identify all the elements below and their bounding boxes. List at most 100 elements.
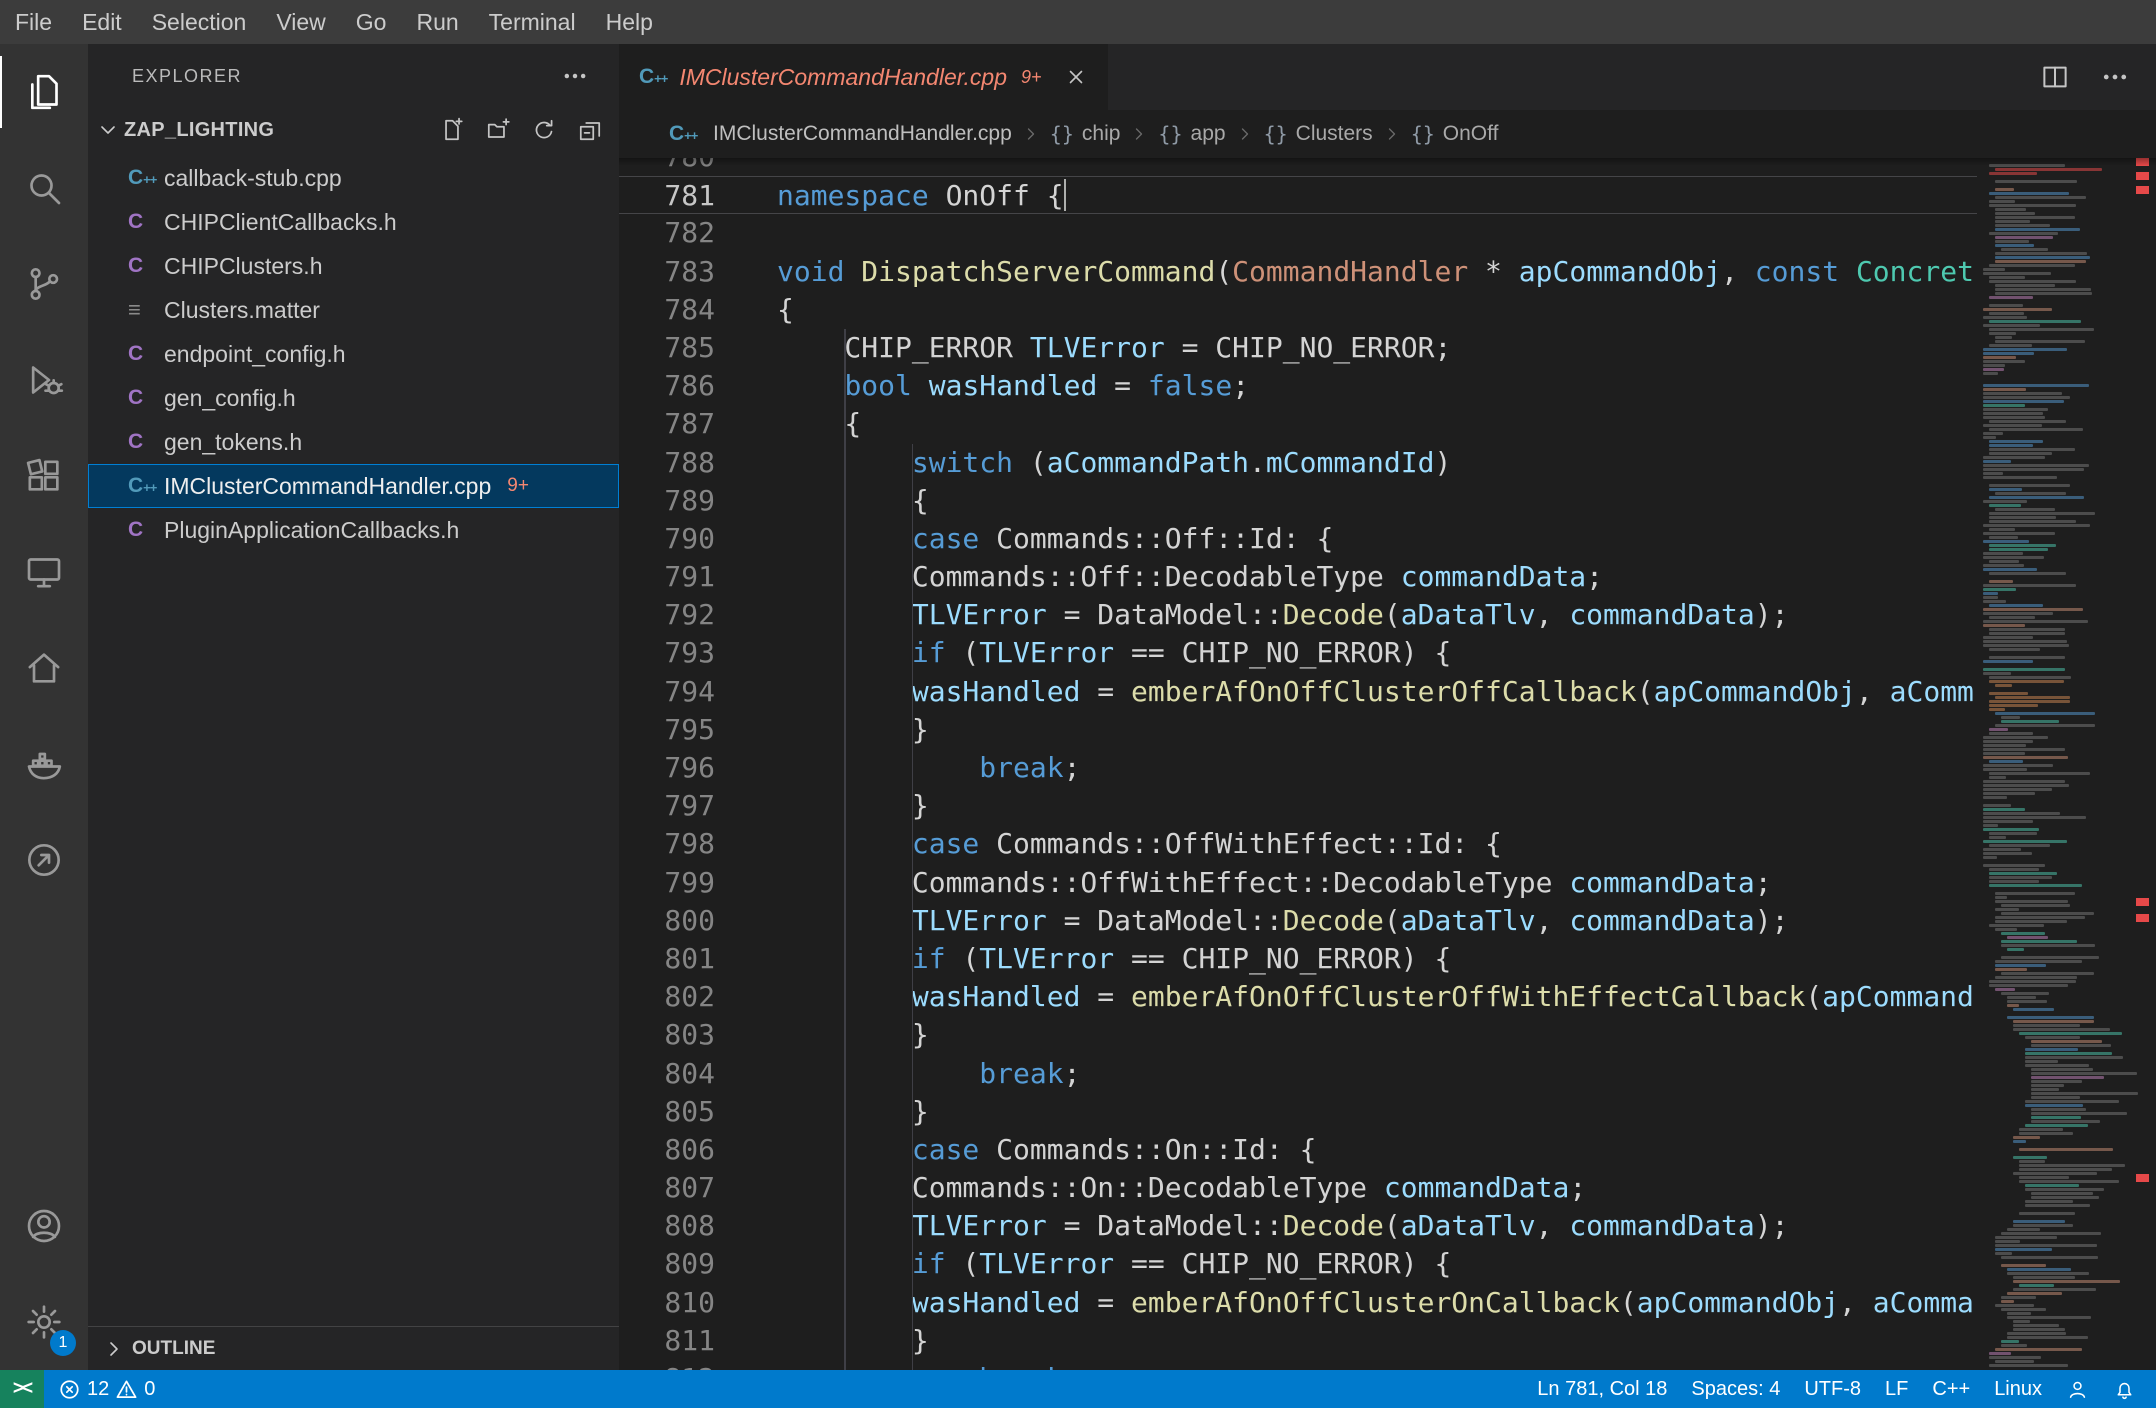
code-line[interactable]: 780	[619, 158, 1977, 176]
settings-icon[interactable]: 1	[0, 1274, 88, 1370]
more-actions-icon[interactable]	[2100, 62, 2130, 92]
code-line[interactable]: 786 bool wasHandled = false;	[619, 367, 1977, 405]
tab-bar: C ++ IMClusterCommandHandler.cpp 9+	[619, 44, 2156, 110]
explorer-icon[interactable]	[0, 44, 88, 140]
os-indicator[interactable]: Linux	[1982, 1370, 2054, 1408]
encoding[interactable]: UTF-8	[1792, 1370, 1873, 1408]
code-line[interactable]: 804 break;	[619, 1055, 1977, 1093]
code-line[interactable]: 791 Commands::Off::DecodableType command…	[619, 558, 1977, 596]
menu-item-file[interactable]: File	[0, 0, 67, 44]
code-line[interactable]: 788 switch (aCommandPath.mCommandId)	[619, 444, 1977, 482]
code-line[interactable]: 795 }	[619, 711, 1977, 749]
problems-indicator[interactable]: 12 0	[44, 1370, 167, 1408]
folder-section-header[interactable]: ZAP_LIGHTING	[88, 108, 619, 152]
file-item[interactable]: ≡ Clusters.matter	[88, 288, 619, 332]
home-icon[interactable]	[0, 620, 88, 716]
code-line[interactable]: 796 break;	[619, 749, 1977, 787]
menu-item-run[interactable]: Run	[401, 0, 473, 44]
circle-arrow-icon[interactable]	[0, 812, 88, 908]
source-control-icon[interactable]	[0, 236, 88, 332]
code-line[interactable]: 809 if (TLVError == CHIP_NO_ERROR) {	[619, 1245, 1977, 1283]
editor-actions	[2040, 44, 2156, 110]
tab-close-icon[interactable]	[1064, 65, 1088, 89]
code-line[interactable]: 799 Commands::OffWithEffect::DecodableTy…	[619, 864, 1977, 902]
vscode-window: File Edit Selection View Go Run Terminal Help 1…	[0, 0, 2156, 1408]
code-line[interactable]: 794 wasHandled = emberAfOnOffClusterOffC…	[619, 673, 1977, 711]
cursor-position[interactable]: Ln 781, Col 18	[1525, 1370, 1679, 1408]
minimap-line	[1989, 572, 2066, 575]
code-line[interactable]: 787 {	[619, 405, 1977, 443]
file-item[interactable]: Cgen_tokens.h	[88, 420, 619, 464]
code-line[interactable]: 789 {	[619, 482, 1977, 520]
file-item[interactable]: Cgen_config.h	[88, 376, 619, 420]
code-line[interactable]: 812 break;	[619, 1360, 1977, 1370]
feedback-button[interactable]	[2054, 1370, 2101, 1408]
code-line[interactable]: 806 case Commands::On::Id: {	[619, 1131, 1977, 1169]
code-line[interactable]: 784 {	[619, 291, 1977, 329]
file-item[interactable]: C ++ IMClusterCommandHandler.cpp 9+	[88, 464, 619, 508]
account-icon[interactable]	[0, 1178, 88, 1274]
minimap-line	[1983, 596, 1999, 599]
file-item[interactable]: Cendpoint_config.h	[88, 332, 619, 376]
code-line[interactable]: 782	[619, 214, 1977, 252]
menu-item-view[interactable]: View	[261, 0, 340, 44]
split-editor-icon[interactable]	[2040, 62, 2070, 92]
code-line[interactable]: 792 TLVError = DataModel::Decode(aDataTl…	[619, 596, 1977, 634]
minimap-line	[1995, 236, 2053, 239]
code-line[interactable]: 790 case Commands::Off::Id: {	[619, 520, 1977, 558]
code-line[interactable]: 808 TLVError = DataModel::Decode(aDataTl…	[619, 1207, 1977, 1245]
docker-icon[interactable]	[0, 716, 88, 812]
remote-explorer-icon[interactable]	[0, 524, 88, 620]
new-file-icon[interactable]	[439, 117, 465, 143]
code-line[interactable]: 793 if (TLVError == CHIP_NO_ERROR) {	[619, 634, 1977, 672]
remote-indicator[interactable]: ><	[0, 1370, 44, 1408]
extensions-icon[interactable]	[0, 428, 88, 524]
code-line[interactable]: 800 TLVError = DataModel::Decode(aDataTl…	[619, 902, 1977, 940]
menu-item-terminal[interactable]: Terminal	[474, 0, 591, 44]
code-line[interactable]: 798 case Commands::OffWithEffect::Id: {	[619, 825, 1977, 863]
menu-item-go[interactable]: Go	[341, 0, 402, 44]
breadcrumb-item[interactable]: {} OnOff	[1411, 122, 1499, 146]
indentation[interactable]: Spaces: 4	[1679, 1370, 1792, 1408]
tab-imclustercommandhandler[interactable]: C ++ IMClusterCommandHandler.cpp 9+	[619, 44, 1108, 110]
minimap-line	[1983, 856, 1997, 859]
minimap-line	[1989, 844, 2051, 847]
breadcrumb-item[interactable]: {} chip	[1050, 122, 1121, 146]
code-line[interactable]: 805 }	[619, 1093, 1977, 1131]
code-line[interactable]: 802 wasHandled = emberAfOnOffClusterOffW…	[619, 978, 1977, 1016]
menu-item-selection[interactable]: Selection	[137, 0, 262, 44]
notifications-button[interactable]	[2101, 1370, 2148, 1408]
run-debug-icon[interactable]	[0, 332, 88, 428]
minimap-line	[1983, 432, 2003, 435]
collapse-all-icon[interactable]	[577, 117, 603, 143]
code-line[interactable]: 785 CHIP_ERROR TLVError = CHIP_NO_ERROR;	[619, 329, 1977, 367]
menu-item-help[interactable]: Help	[591, 0, 668, 44]
minimap[interactable]	[1977, 158, 2138, 1370]
code-line[interactable]: 811 }	[619, 1322, 1977, 1360]
file-item[interactable]: C PluginApplicationCallbacks.h	[88, 508, 619, 552]
refresh-icon[interactable]	[531, 117, 557, 143]
code-line[interactable]: 781 namespace OnOff {	[619, 176, 1977, 215]
breadcrumb-item[interactable]: {} Clusters	[1264, 122, 1373, 146]
file-item[interactable]: C CHIPClusters.h	[88, 244, 619, 288]
code-line[interactable]: 810 wasHandled = emberAfOnOffClusterOnCa…	[619, 1284, 1977, 1322]
language-mode[interactable]: C++	[1920, 1370, 1982, 1408]
file-item[interactable]: C CHIPClientCallbacks.h	[88, 200, 619, 244]
more-actions-icon[interactable]	[561, 62, 589, 90]
outline-section-header[interactable]: OUTLINE	[88, 1326, 619, 1370]
minimap-line	[1983, 400, 2064, 403]
breadcrumb-item[interactable]: C ++ IMClusterCommandHandler.cpp	[669, 122, 1012, 146]
menu-item-edit[interactable]: Edit	[67, 0, 137, 44]
h-file-icon: C	[128, 210, 144, 233]
search-icon[interactable]	[0, 140, 88, 236]
code-line[interactable]: 783 void DispatchServerCommand(CommandHan…	[619, 253, 1977, 291]
file-item[interactable]: C ++ callback-stub.cpp	[88, 156, 619, 200]
code-line[interactable]: 803 }	[619, 1016, 1977, 1054]
code-editor[interactable]: 780 781 namespace OnOff {782 783 void Dispat…	[619, 158, 2156, 1370]
code-line[interactable]: 801 if (TLVError == CHIP_NO_ERROR) {	[619, 940, 1977, 978]
code-line[interactable]: 807 Commands::On::DecodableType commandD…	[619, 1169, 1977, 1207]
eol-sequence[interactable]: LF	[1873, 1370, 1920, 1408]
new-folder-icon[interactable]	[485, 117, 511, 143]
breadcrumb-item[interactable]: {} app	[1158, 122, 1225, 146]
code-line[interactable]: 797 }	[619, 787, 1977, 825]
